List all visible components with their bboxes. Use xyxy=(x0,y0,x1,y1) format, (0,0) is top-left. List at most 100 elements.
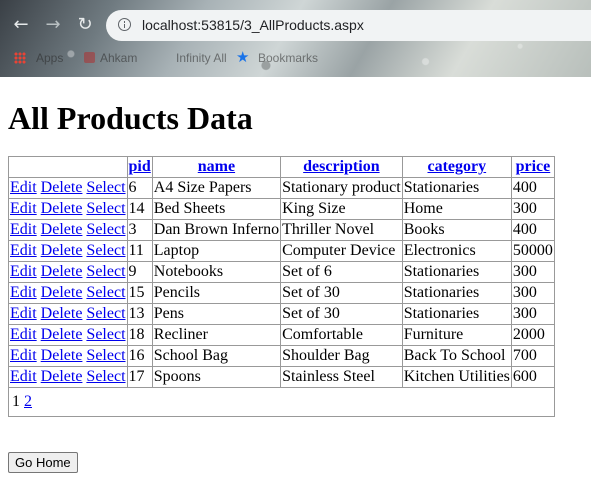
header-name: name xyxy=(151,156,282,178)
table-row: Edit Delete Select 15 Pencils Set of 30 Stat… xyxy=(8,282,555,304)
browser-chrome: ← → ↻ localhost:53815/3_AllProducts.aspx… xyxy=(0,0,591,77)
select-link[interactable]: Select xyxy=(86,347,125,364)
cell-category: Back To School xyxy=(401,345,512,367)
cell-name: Bed Sheets xyxy=(151,198,282,220)
sort-description-link[interactable]: description xyxy=(303,158,379,175)
edit-link[interactable]: Edit xyxy=(10,326,37,343)
cell-description: Set of 6 xyxy=(280,261,403,283)
delete-link[interactable]: Delete xyxy=(41,347,83,364)
bookmarks-bar: Apps Ahkam Infinity All ★ Bookmarks xyxy=(0,46,591,70)
delete-link[interactable]: Delete xyxy=(41,326,83,343)
bookmark-item[interactable]: Infinity All xyxy=(176,51,227,65)
cell-price: 2000 xyxy=(510,324,555,346)
cell-price: 300 xyxy=(510,282,555,304)
table-row: Edit Delete Select 14 Bed Sheets King Size H… xyxy=(8,198,555,220)
row-actions: Edit Delete Select xyxy=(8,282,128,304)
cell-name: Recliner xyxy=(151,324,282,346)
cell-pid: 6 xyxy=(126,177,153,199)
select-link[interactable]: Select xyxy=(86,242,125,259)
cell-price: 50000 xyxy=(510,240,555,262)
url-text[interactable]: localhost:53815/3_AllProducts.aspx xyxy=(142,17,364,33)
header-price: price xyxy=(510,156,555,178)
cell-name: Laptop xyxy=(151,240,282,262)
back-arrow-icon[interactable]: ← xyxy=(10,14,32,36)
bookmark-favicon-icon xyxy=(84,52,95,63)
table-row: Edit Delete Select 11 Laptop Computer Devic… xyxy=(8,240,555,262)
select-link[interactable]: Select xyxy=(86,179,125,196)
address-bar[interactable]: localhost:53815/3_AllProducts.aspx xyxy=(106,10,591,41)
cell-price: 300 xyxy=(510,198,555,220)
edit-link[interactable]: Edit xyxy=(10,242,37,259)
delete-link[interactable]: Delete xyxy=(41,221,83,238)
bookmark-apps[interactable]: Apps xyxy=(36,51,63,65)
row-actions: Edit Delete Select xyxy=(8,366,128,388)
products-grid: pid name description category price Edit… xyxy=(8,156,555,417)
edit-link[interactable]: Edit xyxy=(10,368,37,385)
cell-category: Stationaries xyxy=(401,177,512,199)
table-row: Edit Delete Select 6 A4 Size Papers Station… xyxy=(8,177,555,199)
apps-grid-icon[interactable] xyxy=(14,52,26,64)
bookmark-item[interactable]: Ahkam xyxy=(100,51,137,65)
delete-link[interactable]: Delete xyxy=(41,263,83,280)
edit-link[interactable]: Edit xyxy=(10,305,37,322)
grid-body: Edit Delete Select 6 A4 Size Papers Station… xyxy=(8,177,555,388)
go-home-button[interactable]: Go Home xyxy=(8,452,78,473)
star-icon: ★ xyxy=(236,48,250,66)
header-actions xyxy=(8,156,128,178)
header-description: description xyxy=(280,156,403,178)
cell-price: 600 xyxy=(510,366,555,388)
select-link[interactable]: Select xyxy=(86,200,125,217)
sort-pid-link[interactable]: pid xyxy=(129,158,151,175)
table-row: Edit Delete Select 3 Dan Brown Inferno Thri… xyxy=(8,219,555,241)
delete-link[interactable]: Delete xyxy=(41,200,83,217)
edit-link[interactable]: Edit xyxy=(10,263,37,280)
pager-current-page: 1 xyxy=(12,393,20,410)
cell-name: A4 Size Papers xyxy=(151,177,282,199)
row-actions: Edit Delete Select xyxy=(8,240,128,262)
delete-link[interactable]: Delete xyxy=(41,305,83,322)
cell-pid: 14 xyxy=(126,198,153,220)
table-row: Edit Delete Select 16 School Bag Shoulder B… xyxy=(8,345,555,367)
select-link[interactable]: Select xyxy=(86,284,125,301)
edit-link[interactable]: Edit xyxy=(10,347,37,364)
cell-category: Stationaries xyxy=(401,261,512,283)
edit-link[interactable]: Edit xyxy=(10,200,37,217)
row-actions: Edit Delete Select xyxy=(8,177,128,199)
delete-link[interactable]: Delete xyxy=(41,242,83,259)
edit-link[interactable]: Edit xyxy=(10,284,37,301)
cell-pid: 13 xyxy=(126,303,153,325)
cell-description: Set of 30 xyxy=(280,303,403,325)
cell-category: Kitchen Utilities xyxy=(401,366,512,388)
select-link[interactable]: Select xyxy=(86,326,125,343)
table-row: Edit Delete Select 13 Pens Set of 30 Station… xyxy=(8,303,555,325)
info-icon[interactable] xyxy=(118,18,131,31)
select-link[interactable]: Select xyxy=(86,263,125,280)
cell-category: Stationaries xyxy=(401,303,512,325)
sort-category-link[interactable]: category xyxy=(427,158,486,175)
edit-link[interactable]: Edit xyxy=(10,221,37,238)
pager-page-link[interactable]: 2 xyxy=(24,393,32,410)
cell-price: 700 xyxy=(510,345,555,367)
sort-name-link[interactable]: name xyxy=(198,158,235,175)
cell-pid: 9 xyxy=(126,261,153,283)
delete-link[interactable]: Delete xyxy=(41,179,83,196)
table-row: Edit Delete Select 18 Recliner Comfortable F… xyxy=(8,324,555,346)
sort-price-link[interactable]: price xyxy=(516,158,551,175)
select-link[interactable]: Select xyxy=(86,221,125,238)
reload-icon[interactable]: ↻ xyxy=(74,14,96,36)
cell-description: Stationary product xyxy=(280,177,403,199)
cell-pid: 18 xyxy=(126,324,153,346)
cell-name: Pens xyxy=(151,303,282,325)
select-link[interactable]: Select xyxy=(86,368,125,385)
cell-description: Comfortable xyxy=(280,324,403,346)
forward-arrow-icon[interactable]: → xyxy=(42,14,64,36)
select-link[interactable]: Select xyxy=(86,305,125,322)
delete-link[interactable]: Delete xyxy=(41,368,83,385)
cell-pid: 3 xyxy=(126,219,153,241)
cell-name: Notebooks xyxy=(151,261,282,283)
cell-description: Set of 30 xyxy=(280,282,403,304)
delete-link[interactable]: Delete xyxy=(41,284,83,301)
cell-category: Electronics xyxy=(401,240,512,262)
bookmark-folder[interactable]: Bookmarks xyxy=(258,51,318,65)
edit-link[interactable]: Edit xyxy=(10,179,37,196)
